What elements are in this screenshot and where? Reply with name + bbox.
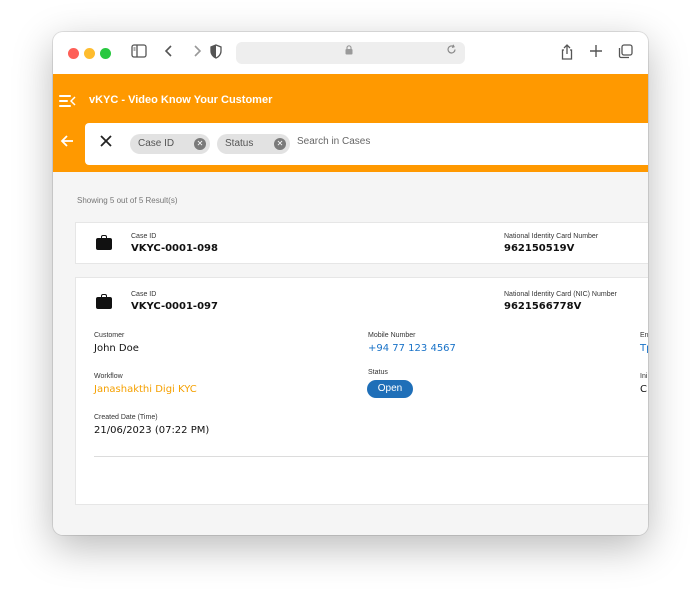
menu-collapse-icon[interactable]: [59, 94, 76, 108]
chip-label: Status: [225, 138, 254, 149]
created-value: 21/06/2023 (07:22 PM): [94, 425, 210, 436]
case-card-expanded[interactable]: Case ID VKYC-0001-097 National Identity …: [75, 277, 648, 505]
nic-label: National Identity Card Number: [504, 233, 599, 240]
sidebar-icon[interactable]: [131, 44, 147, 62]
reload-icon[interactable]: [446, 44, 457, 58]
case-id-value: VKYC-0001-097: [131, 301, 218, 312]
close-window-button[interactable]: [68, 48, 79, 59]
browser-window: vKYC - Video Know Your Customer Case ID …: [53, 32, 648, 535]
chip-label: Case ID: [138, 138, 175, 149]
plus-icon[interactable]: [589, 44, 603, 62]
app-title: vKYC - Video Know Your Customer: [89, 94, 273, 106]
shield-icon[interactable]: [210, 44, 222, 63]
status-label: Status: [368, 369, 388, 376]
initiated-label: Ini: [640, 373, 648, 380]
workflow-label: Workflow: [94, 373, 123, 380]
nic-value: 962150519V: [504, 243, 575, 254]
email-link[interactable]: Tp: [640, 343, 648, 354]
zoom-window-button[interactable]: [100, 48, 111, 59]
close-icon[interactable]: [99, 133, 113, 153]
mobile-label: Mobile Number: [368, 332, 416, 339]
tabs-icon[interactable]: [618, 44, 633, 63]
mobile-link[interactable]: +94 77 123 4567: [368, 343, 456, 354]
case-card[interactable]: Case ID VKYC-0001-098 National Identity …: [75, 222, 648, 264]
chevron-left-icon[interactable]: [164, 44, 174, 62]
email-label: En: [640, 332, 648, 339]
address-bar[interactable]: [236, 42, 465, 64]
case-id-value: VKYC-0001-098: [131, 243, 218, 254]
workflow-link[interactable]: Janashakthi Digi KYC: [94, 384, 197, 395]
filter-chip-status[interactable]: Status ✕: [217, 134, 290, 154]
back-arrow-icon[interactable]: [60, 134, 74, 152]
briefcase-icon: [96, 294, 112, 309]
share-icon[interactable]: [561, 44, 573, 64]
app-header: vKYC - Video Know Your Customer Case ID …: [53, 74, 648, 172]
chip-remove-icon[interactable]: ✕: [274, 138, 286, 150]
case-list: Showing 5 out of 5 Result(s) Case ID VKY…: [53, 172, 648, 535]
customer-value: John Doe: [94, 343, 139, 354]
status-badge: Open: [367, 380, 413, 398]
divider: [94, 456, 648, 457]
lock-icon: [345, 45, 353, 58]
initiated-value: C: [640, 384, 647, 395]
minimize-window-button[interactable]: [84, 48, 95, 59]
chip-remove-icon[interactable]: ✕: [194, 138, 206, 150]
briefcase-icon: [96, 235, 112, 250]
results-count: Showing 5 out of 5 Result(s): [77, 196, 178, 205]
chevron-right-icon[interactable]: [192, 44, 202, 62]
nic-value: 9621566778V: [504, 301, 582, 312]
nic-label: National Identity Card (NIC) Number: [504, 291, 617, 298]
filter-chip-case-id[interactable]: Case ID ✕: [130, 134, 210, 154]
created-label: Created Date (Time): [94, 414, 158, 421]
case-id-label: Case ID: [131, 291, 157, 298]
customer-label: Customer: [94, 332, 125, 339]
case-search-bar: Case ID ✕ Status ✕: [85, 123, 648, 165]
search-input[interactable]: [297, 136, 597, 147]
browser-toolbar: [53, 32, 648, 75]
case-id-label: Case ID: [131, 233, 157, 240]
